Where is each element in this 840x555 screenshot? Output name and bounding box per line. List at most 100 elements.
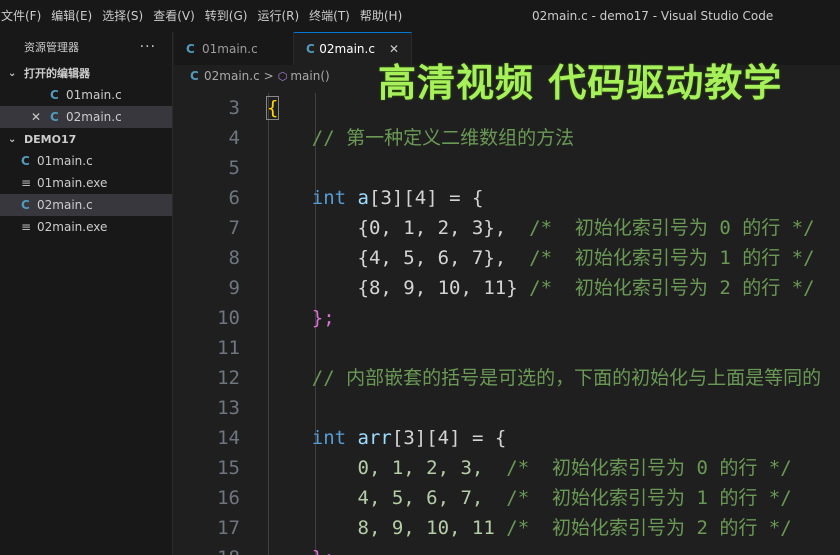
c-file-icon: C xyxy=(50,110,59,124)
variable: a xyxy=(357,187,369,209)
file-item[interactable]: ≡ 01main.exe xyxy=(0,172,172,194)
open-editors-section[interactable]: ⌄ 打开的编辑器 xyxy=(0,62,172,84)
breadcrumb-symbol[interactable]: main() xyxy=(290,69,329,83)
code-line: {8, 9, 10, 11} /* 初始化索引号为 2 的行 */ xyxy=(266,273,840,303)
comment: /* 初始化索引号为 1 的行 */ xyxy=(506,487,792,509)
c-file-icon: C xyxy=(190,69,199,83)
function-icon: ⬡ xyxy=(277,69,288,83)
close-icon[interactable]: ✕ xyxy=(31,110,41,124)
line-number: 18 xyxy=(174,543,240,555)
open-editor-label: 02main.c xyxy=(66,110,122,124)
menu-edit[interactable]: 编辑(E) xyxy=(46,0,97,32)
file-label: 01main.exe xyxy=(37,176,108,190)
open-editor-item[interactable]: C 01main.c xyxy=(0,84,172,106)
line-number: 13 xyxy=(217,397,240,419)
code-text: [3][4] = { xyxy=(391,427,507,449)
variable: arr xyxy=(357,427,392,449)
file-label: 02main.exe xyxy=(37,220,108,234)
line-number: 10 xyxy=(217,307,240,329)
line-number: 11 xyxy=(217,337,240,359)
c-file-icon: C xyxy=(21,198,30,212)
file-item[interactable]: C 01main.c xyxy=(0,150,172,172)
code-line: // 内部嵌套的括号是可选的，下面的初始化与上面是等同的 xyxy=(266,363,840,393)
line-number-gutter: 3 4 5 6 7 8 9 10 11 12 13 14 15 16 17 18 xyxy=(174,93,240,555)
menu-run[interactable]: 运行(R) xyxy=(252,0,304,32)
file-item[interactable]: ≡ 02main.exe xyxy=(0,216,172,238)
menu-go[interactable]: 转到(G) xyxy=(200,0,253,32)
chevron-down-icon: ⌄ xyxy=(8,133,17,145)
code-line: int arr[3][4] = { xyxy=(266,423,840,453)
code-lines: { // 第一种定义二维数组的方法 int a[3][4] = { {0, 1,… xyxy=(266,93,840,555)
explorer-sidebar: 资源管理器 ··· ⌄ 打开的编辑器 C 01main.c ✕ C 02main… xyxy=(0,32,173,555)
code-editor[interactable]: 3 4 5 6 7 8 9 10 11 12 13 14 15 16 17 18… xyxy=(174,87,840,555)
comment: /* 初始化索引号为 0 的行 */ xyxy=(506,457,792,479)
menu-view[interactable]: 查看(V) xyxy=(148,0,200,32)
open-editor-item[interactable]: ✕ C 02main.c xyxy=(0,106,172,128)
code-line: // 第一种定义二维数组的方法 xyxy=(266,123,840,153)
breadcrumb-file[interactable]: 02main.c xyxy=(204,69,260,83)
folder-section[interactable]: ⌄ DEMO17 xyxy=(0,128,172,150)
more-actions-icon[interactable]: ··· xyxy=(140,39,156,55)
title-bar: 文件(F) 编辑(E) 选择(S) 查看(V) 转到(G) 运行(R) 终端(T… xyxy=(0,0,840,32)
open-editor-label: 01main.c xyxy=(66,88,122,102)
tab-01main[interactable]: C 01main.c xyxy=(174,32,294,65)
line-number: 9 xyxy=(228,277,240,299)
explorer-title: 资源管理器 xyxy=(24,41,79,54)
line-number: 17 xyxy=(217,517,240,539)
code-text: 0, 1, 2, 3, xyxy=(357,457,484,479)
code-text: 4, 5, 6, 7, xyxy=(357,487,484,509)
chevron-down-icon: ⌄ xyxy=(8,67,17,79)
code-text: }; xyxy=(312,547,335,555)
line-number: 12 xyxy=(217,367,240,389)
binary-file-icon: ≡ xyxy=(21,176,32,190)
line-number: 4 xyxy=(228,127,240,149)
tab-label: 02main.c xyxy=(319,42,375,56)
line-number: 7 xyxy=(228,217,240,239)
menu-terminal[interactable]: 终端(T) xyxy=(304,0,355,32)
comment: /* 初始化索引号为 1 的行 */ xyxy=(529,247,815,269)
code-text: }; xyxy=(311,307,335,329)
code-line: }; xyxy=(266,543,840,555)
line-number: 6 xyxy=(228,187,240,209)
code-text: {8, 9, 10, 11} xyxy=(357,277,518,299)
file-label: 02main.c xyxy=(37,198,93,212)
code-text: 8, 9, 10, 11 xyxy=(357,517,495,539)
code-line: 4, 5, 6, 7, /* 初始化索引号为 1 的行 */ xyxy=(266,483,840,513)
chevron-right-icon: > xyxy=(263,69,274,83)
line-number: 16 xyxy=(217,487,240,509)
menu-help[interactable]: 帮助(H) xyxy=(355,0,407,32)
comment: /* 初始化索引号为 0 的行 */ xyxy=(529,217,815,239)
open-editors-label: 打开的编辑器 xyxy=(24,67,90,80)
brace-open: { xyxy=(266,96,280,120)
file-label: 01main.c xyxy=(37,154,93,168)
code-text: {0, 1, 2, 3}, xyxy=(357,217,507,239)
promo-banner: 高清视频 代码驱动教学 xyxy=(378,61,783,105)
line-number: 3 xyxy=(228,97,240,119)
comment: // 内部嵌套的括号是可选的，下面的初始化与上面是等同的 xyxy=(311,367,822,389)
folder-label: DEMO17 xyxy=(24,132,77,146)
menu-selection[interactable]: 选择(S) xyxy=(97,0,148,32)
keyword: int xyxy=(311,427,347,449)
code-text: {4, 5, 6, 7}, xyxy=(357,247,507,269)
code-line: {0, 1, 2, 3}, /* 初始化索引号为 0 的行 */ xyxy=(266,213,840,243)
menu-bar: 文件(F) 编辑(E) 选择(S) 查看(V) 转到(G) 运行(R) 终端(T… xyxy=(0,0,407,32)
code-line: int a[3][4] = { xyxy=(266,183,840,213)
menu-file[interactable]: 文件(F) xyxy=(0,0,46,32)
comment: /* 初始化索引号为 2 的行 */ xyxy=(506,517,792,539)
file-item[interactable]: C 02main.c xyxy=(0,194,172,216)
code-line: {4, 5, 6, 7}, /* 初始化索引号为 1 的行 */ xyxy=(266,243,840,273)
line-number: 8 xyxy=(228,247,240,269)
line-number: 15 xyxy=(217,457,240,479)
code-text: [3][4] = { xyxy=(369,187,484,209)
code-line: 0, 1, 2, 3, /* 初始化索引号为 0 的行 */ xyxy=(266,453,840,483)
c-file-icon: C xyxy=(306,42,315,56)
explorer-header: 资源管理器 ··· xyxy=(0,32,172,62)
c-file-icon: C xyxy=(50,88,59,102)
code-line: 8, 9, 10, 11 /* 初始化索引号为 2 的行 */ xyxy=(266,513,840,543)
comment: /* 初始化索引号为 2 的行 */ xyxy=(529,277,815,299)
window-title: 02main.c - demo17 - Visual Studio Code xyxy=(532,9,774,23)
code-line: }; xyxy=(266,303,840,333)
